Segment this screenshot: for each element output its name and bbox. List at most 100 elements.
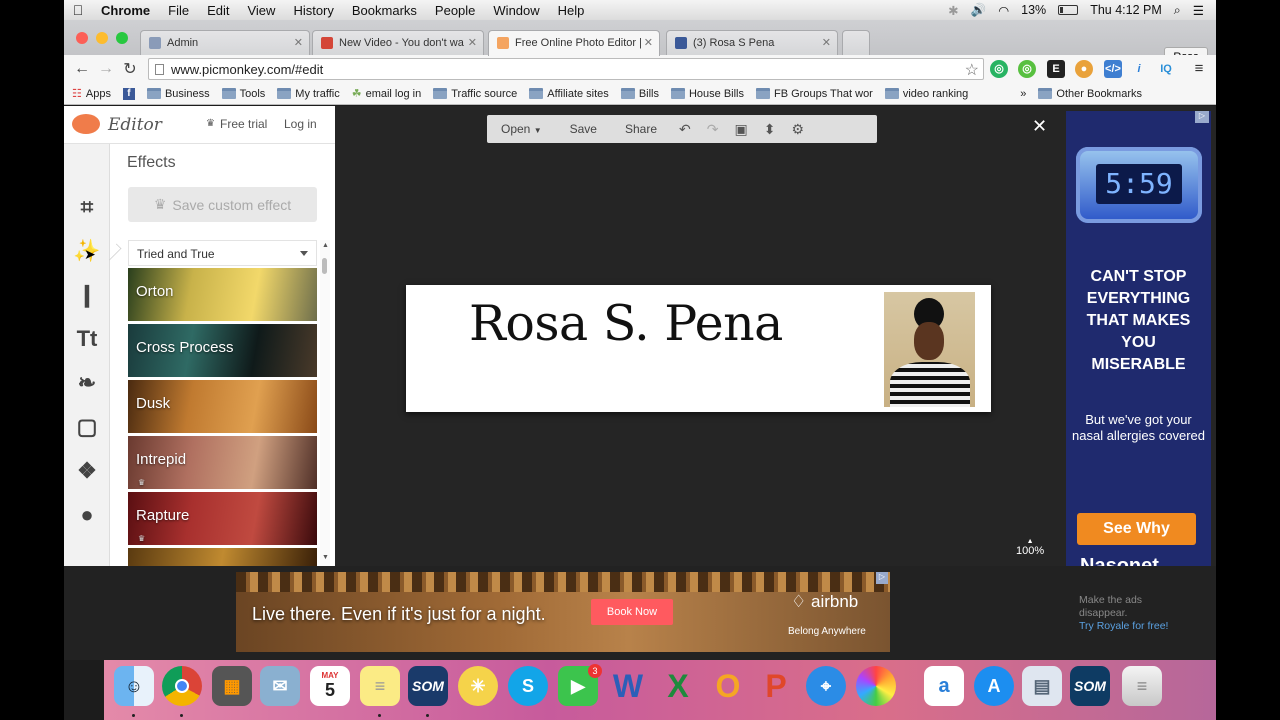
calculator-icon[interactable]: ▦ — [212, 666, 252, 706]
calendar-icon[interactable]: MAY 5 — [310, 666, 350, 706]
finder-icon[interactable]: ☺ — [114, 666, 154, 706]
text-icon[interactable]: Tt — [72, 324, 102, 354]
star-icon[interactable]: ☆ — [965, 60, 979, 80]
lemon-icon[interactable]: ✳ — [458, 666, 498, 706]
bookmarks-overflow-chevron[interactable]: » — [1020, 88, 1026, 100]
menu-window[interactable]: Window — [484, 3, 548, 18]
notification-center-icon[interactable]: ☰ — [1193, 3, 1204, 18]
bookmark-bills[interactable]: Bills — [620, 88, 659, 100]
volume-icon[interactable]: 🔊 — [971, 3, 987, 18]
spotlight-search-icon[interactable]: ⌕ — [1174, 3, 1181, 18]
tab-photo-editor[interactable]: Free Online Photo Editor | ✕ — [488, 30, 660, 56]
back-arrow-icon[interactable]: ← — [70, 60, 94, 78]
close-icon[interactable]: ✕ — [1032, 116, 1047, 137]
close-window-button[interactable] — [76, 32, 88, 44]
extension-icon[interactable]: E — [1047, 60, 1065, 78]
settings-gear-icon[interactable]: ⚙ — [783, 121, 812, 138]
trash-icon[interactable]: ≡ — [1122, 666, 1162, 706]
bookmark-video-ranking[interactable]: video ranking — [884, 88, 968, 100]
close-tab-icon[interactable]: ✕ — [644, 36, 653, 49]
menu-view[interactable]: View — [238, 3, 284, 18]
airbnb-ad-banner[interactable]: ▷ Live there. Even if it's just for a ni… — [236, 572, 890, 652]
bookmark-facebook[interactable]: f — [122, 87, 135, 100]
menu-help[interactable]: Help — [549, 3, 594, 18]
effect-rapture[interactable]: Rapture ♛ — [128, 492, 317, 545]
ad-choices-icon[interactable]: ▷ — [876, 572, 888, 584]
bookmark-house-bills[interactable]: House Bills — [670, 88, 744, 100]
forward-arrow-icon[interactable]: → — [94, 60, 118, 78]
bookmark-business[interactable]: Business — [146, 88, 210, 100]
tab-admin[interactable]: Admin ✕ — [140, 30, 310, 55]
word-icon[interactable]: W — [608, 666, 648, 706]
layers-icon[interactable]: ⬍ — [756, 121, 784, 138]
free-trial-link[interactable]: Free trial — [220, 117, 267, 131]
bookmark-my-traffic[interactable]: My traffic — [277, 88, 340, 100]
scroll-up-arrow-icon[interactable]: ▲ — [322, 242, 329, 249]
outlook-icon[interactable]: O — [708, 666, 748, 706]
bookmark-fb-groups[interactable]: FB Groups That wor — [756, 88, 873, 100]
effects-scrollbar[interactable]: ▲ ▼ — [320, 240, 330, 566]
notes-icon[interactable]: ≡ — [360, 666, 400, 706]
new-tab-button[interactable] — [842, 30, 870, 55]
reload-icon[interactable]: ↻ — [118, 59, 142, 79]
app-store-icon[interactable]: A — [974, 666, 1014, 706]
crop-icon[interactable]: ⌗ — [72, 192, 102, 222]
chevron-up-icon[interactable]: ▲ — [1016, 538, 1044, 545]
extension-icon[interactable]: i — [1130, 60, 1148, 78]
extension-icon[interactable]: ● — [1075, 60, 1093, 78]
effect-orton[interactable]: Orton — [128, 268, 317, 321]
scrollbar-thumb[interactable] — [322, 258, 327, 274]
zoom-indicator[interactable]: ▲ 100% — [1016, 538, 1044, 557]
skype-icon[interactable]: S — [508, 666, 548, 706]
menu-edit[interactable]: Edit — [198, 3, 238, 18]
effect-cross-process[interactable]: Cross Process — [128, 324, 317, 377]
powerpoint-icon[interactable]: P — [756, 666, 796, 706]
safari-icon[interactable]: ⌖ — [806, 666, 846, 706]
scroll-down-arrow-icon[interactable]: ▼ — [322, 554, 329, 561]
som-app-icon[interactable]: SOM — [408, 666, 448, 706]
bookmark-traffic-source[interactable]: Traffic source — [433, 88, 517, 100]
bookmark-apps[interactable]: ☷ Apps — [72, 87, 111, 101]
overlays-butterfly-icon[interactable]: ❧ — [72, 368, 102, 398]
see-why-button[interactable]: See Why — [1077, 513, 1196, 545]
extension-icon[interactable]: ◎ — [990, 60, 1008, 78]
menu-app-name[interactable]: Chrome — [92, 3, 159, 18]
address-bar[interactable]: www.picmonkey.com/#edit ☆ — [148, 58, 984, 80]
bookmark-other[interactable]: Other Bookmarks — [1038, 88, 1142, 100]
chrome-menu-icon[interactable]: ≡ — [1190, 60, 1208, 78]
text-document-icon[interactable]: a — [924, 666, 964, 706]
try-royale-link[interactable]: Try Royale for free! — [1079, 620, 1168, 633]
effect-dusk[interactable]: Dusk — [128, 380, 317, 433]
picmonkey-logo-icon[interactable] — [72, 114, 100, 134]
bookmark-affiliate-sites[interactable]: Affiliate sites — [529, 88, 609, 100]
touch-up-lipstick-icon[interactable]: ❙ — [72, 280, 102, 310]
ad-choices-icon[interactable]: ▷ — [1195, 111, 1209, 123]
bookmark-tools[interactable]: Tools — [221, 88, 265, 100]
extension-icon[interactable]: </> — [1104, 60, 1122, 78]
minimize-window-button[interactable] — [96, 32, 108, 44]
menu-bookmarks[interactable]: Bookmarks — [343, 3, 426, 18]
login-link[interactable]: Log in — [284, 117, 317, 131]
chrome-icon[interactable] — [162, 666, 202, 706]
screenshot-file-icon[interactable]: ▤ — [1022, 666, 1062, 706]
bluetooth-icon[interactable]: ✱ — [948, 3, 958, 18]
menubar-clock[interactable]: Thu 4:12 PM — [1090, 3, 1162, 17]
zoom-window-button[interactable] — [116, 32, 128, 44]
book-now-button[interactable]: Book Now — [591, 599, 673, 625]
apple-icon[interactable]:  — [64, 2, 92, 18]
tab-facebook[interactable]: (3) Rosa S Pena ✕ — [666, 30, 838, 55]
redo-icon[interactable]: ↷ — [699, 121, 727, 138]
tab-new-video[interactable]: New Video - You don't wa ✕ — [312, 30, 484, 55]
image-compare-icon[interactable]: ▣ — [726, 121, 755, 138]
right-ad-banner[interactable]: ▷ 5:59 CAN'T STOP EVERYTHING THAT MAKES … — [1066, 111, 1211, 566]
effect-category-dropdown[interactable]: Tried and True — [128, 240, 317, 266]
extension-icon[interactable]: IQ — [1155, 60, 1177, 78]
close-tab-icon[interactable]: ✕ — [468, 36, 477, 49]
save-custom-effect-button[interactable]: ♛ Save custom effect — [128, 187, 317, 222]
wifi-icon[interactable]: ◠ — [998, 3, 1009, 18]
page-info-icon[interactable] — [155, 64, 164, 75]
save-button[interactable]: Save — [556, 122, 611, 136]
close-tab-icon[interactable]: ✕ — [822, 36, 831, 49]
excel-icon[interactable]: X — [658, 666, 698, 706]
themes-apple-icon[interactable]: ● — [72, 500, 102, 530]
